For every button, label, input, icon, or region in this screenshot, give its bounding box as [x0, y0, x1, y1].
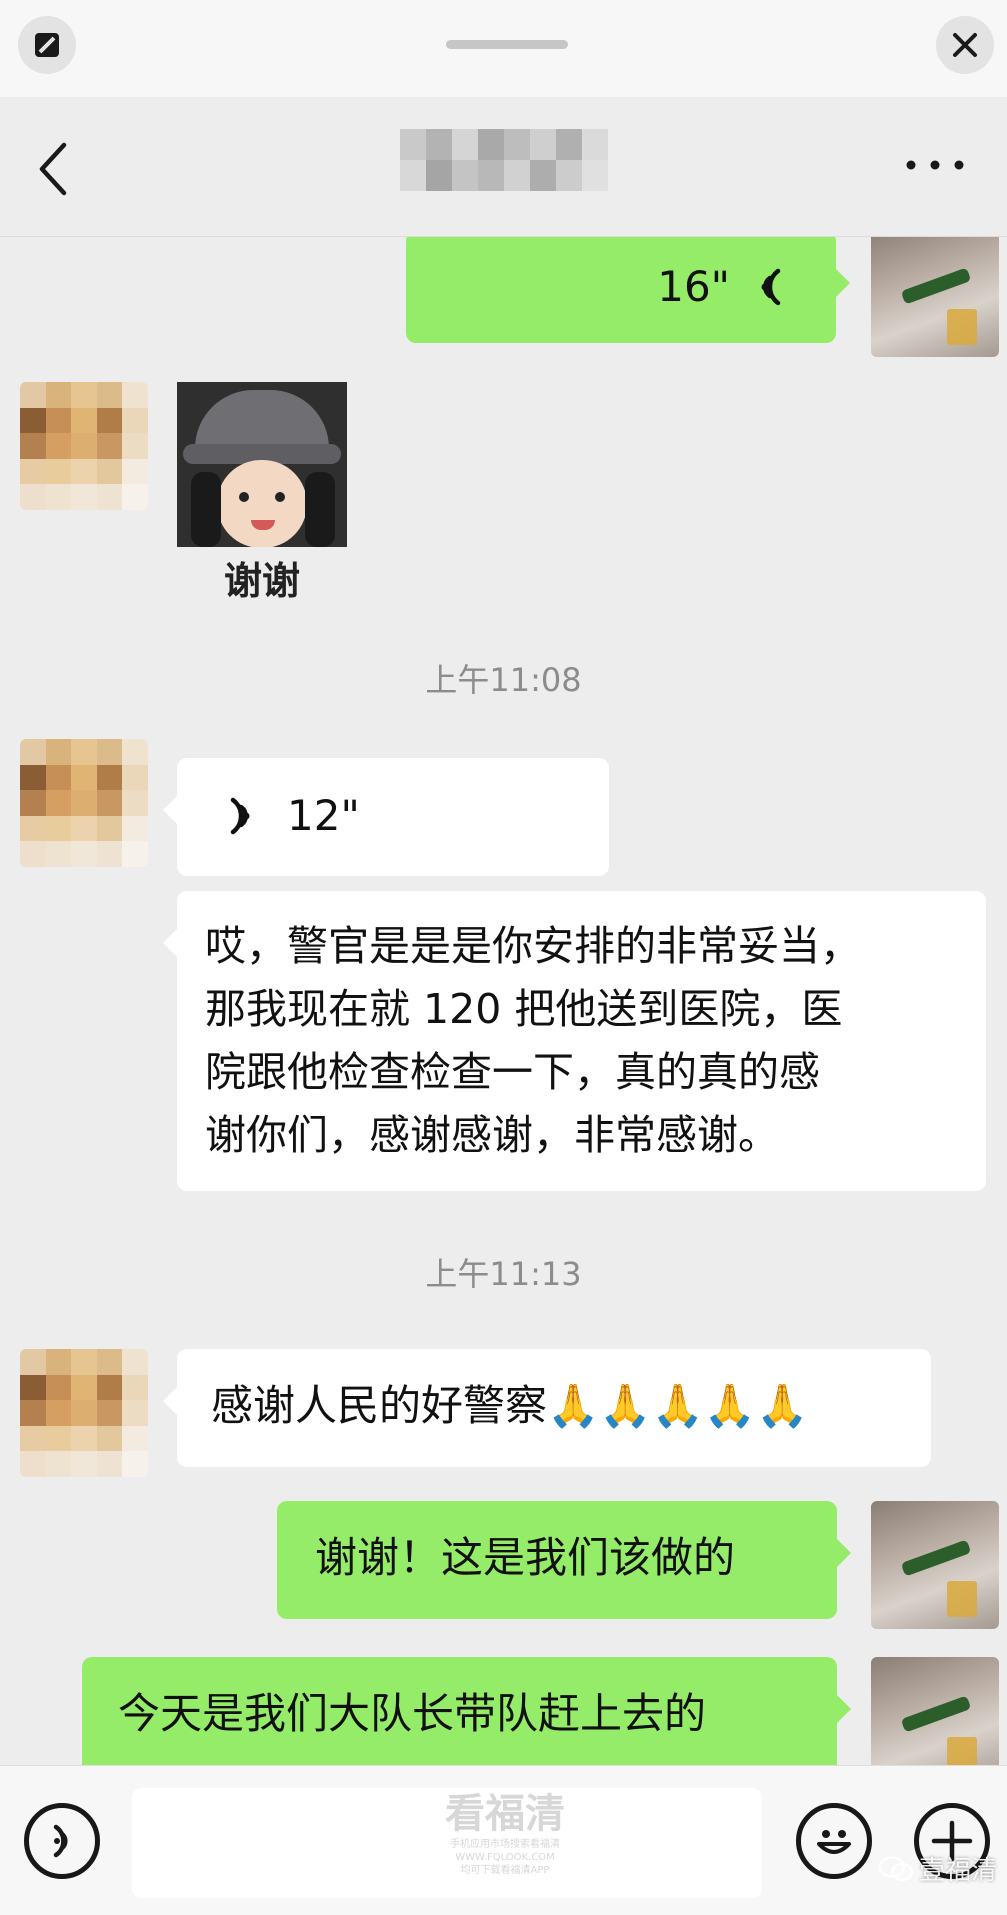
timestamp: 上午11:13	[425, 1255, 582, 1293]
voice-wave-icon	[230, 797, 250, 835]
voice-message-outgoing[interactable]: 16"	[406, 237, 850, 343]
drag-handle[interactable]	[446, 40, 568, 49]
chat-message-list[interactable]: 16" 谢谢 上午11:08 12" 哎，警官是是是你安排的非常妥当， 那我现在…	[0, 237, 1007, 1765]
text-message-outgoing[interactable]: 今天是我们大队长带队赶上去的	[82, 1657, 851, 1765]
contact-avatar[interactable]	[20, 739, 148, 867]
text-message-incoming[interactable]: 感谢人民的好警察🙏🙏🙏🙏🙏	[163, 1349, 931, 1467]
sticker-image	[177, 382, 347, 547]
message-line: 那我现在就 120 把他送到医院，医	[205, 985, 843, 1033]
mini-program-top-bar	[0, 0, 1007, 97]
text-message-outgoing[interactable]: 谢谢！这是我们该做的	[277, 1501, 851, 1619]
emoji-button[interactable]	[796, 1803, 872, 1879]
chat-title-pixelated	[400, 129, 608, 191]
my-avatar[interactable]	[871, 1501, 999, 1629]
message-text: 感谢人民的好警察	[211, 1381, 548, 1430]
voice-input-icon	[53, 1824, 68, 1858]
source-brand: 壹福清	[878, 1850, 997, 1887]
emoji-smile-icon	[817, 1830, 851, 1854]
voice-duration: 16"	[657, 262, 730, 311]
voice-message-incoming[interactable]: 12"	[163, 758, 609, 876]
message-text: 谢谢！这是我们该做的	[315, 1533, 736, 1582]
contact-avatar[interactable]	[20, 1349, 148, 1477]
chevron-left-icon[interactable]	[30, 137, 80, 201]
more-dots-icon[interactable]	[903, 157, 967, 173]
message-text: 今天是我们大队长带队赶上去的	[118, 1689, 707, 1738]
voice-wave-icon	[761, 268, 781, 306]
wechat-logo-icon	[878, 1855, 913, 1881]
message-line: 哎，警官是是是你安排的非常妥当，	[205, 922, 861, 970]
message-line: 院跟他检查检查一下，真的真的感	[205, 1048, 820, 1096]
contact-avatar[interactable]	[20, 382, 148, 510]
watermark: 看福清 手机应用市场搜索看福清 WWW.FQLOOK.COM 均可下载看福清AP…	[445, 1790, 565, 1876]
timestamp: 上午11:08	[425, 661, 582, 699]
minimize-to-float-icon	[35, 33, 59, 57]
float-button[interactable]	[18, 16, 76, 74]
chat-input-bar: 看福清 手机应用市场搜索看福清 WWW.FQLOOK.COM 均可下载看福清AP…	[0, 1765, 1007, 1915]
my-avatar[interactable]	[871, 237, 999, 357]
folded-hands-emoji: 🙏🙏🙏🙏🙏	[547, 1381, 809, 1430]
sticker-caption: 谢谢	[223, 559, 300, 603]
voice-duration: 12"	[287, 791, 360, 840]
my-avatar[interactable]	[871, 1657, 999, 1765]
close-icon	[953, 33, 977, 57]
message-line: 谢你们，感谢感谢，非常感谢。	[205, 1111, 779, 1159]
text-message-incoming[interactable]: 哎，警官是是是你安排的非常妥当， 那我现在就 120 把他送到医院，医 院跟他检…	[163, 891, 986, 1191]
sticker-message[interactable]: 谢谢	[177, 382, 347, 603]
chat-header	[0, 97, 1007, 237]
close-button[interactable]	[936, 16, 994, 74]
voice-input-button[interactable]	[24, 1803, 100, 1879]
